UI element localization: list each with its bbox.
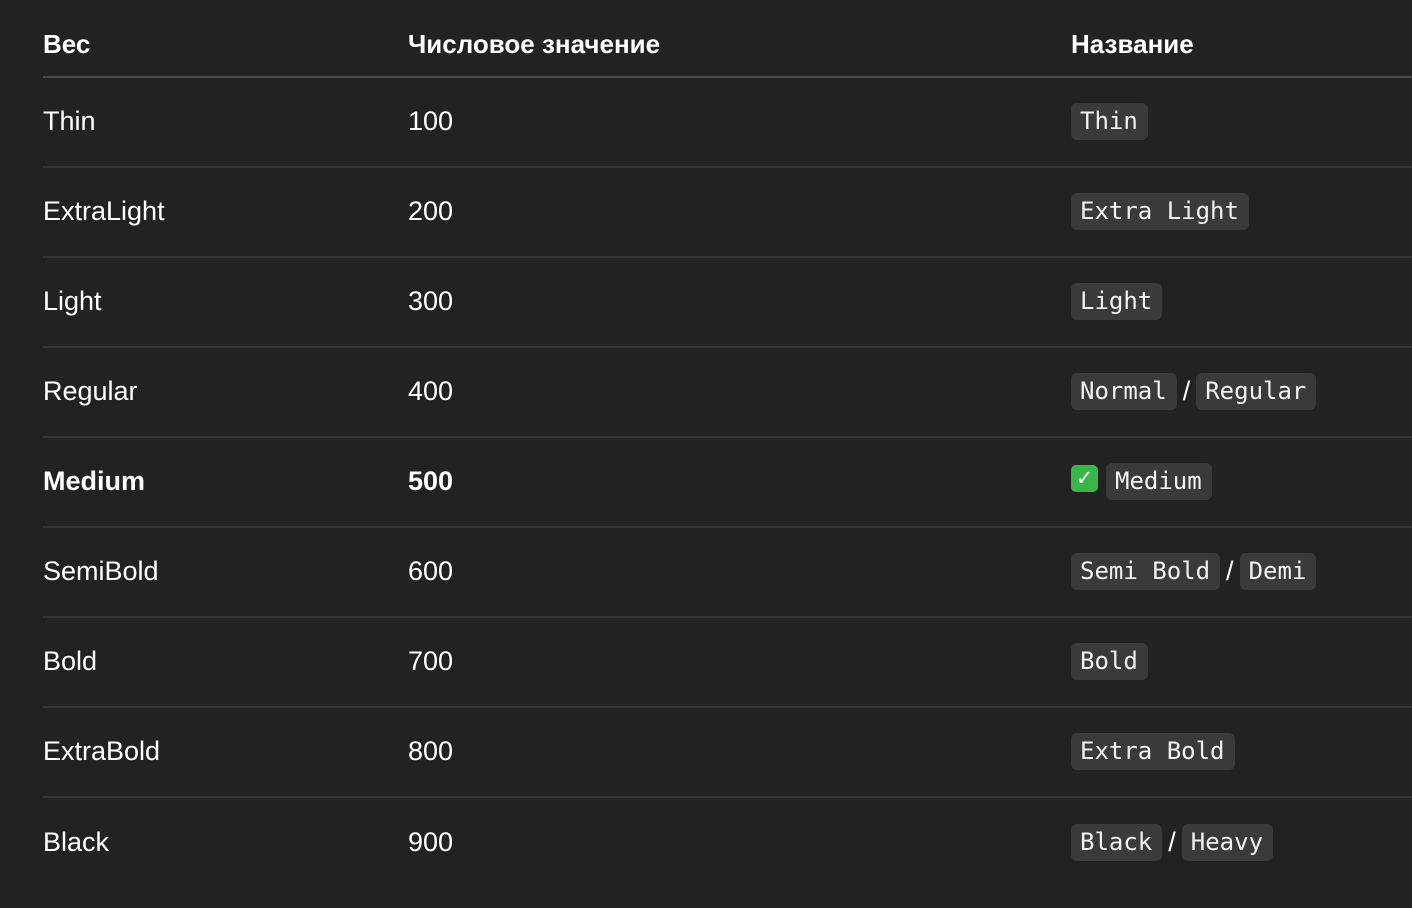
value-cell: 900 [408, 826, 454, 857]
code-name: Bold [1071, 642, 1148, 680]
table-row: Regular 400 Normal / Regular [43, 348, 1412, 438]
weight-cell: ExtraBold [43, 735, 161, 766]
value-cell: 100 [408, 105, 454, 136]
table-row: Black 900 Black / Heavy [43, 798, 1412, 888]
code-name: Normal [1071, 372, 1177, 410]
value-cell: 400 [408, 375, 454, 406]
name-cell: Extra Light [1071, 167, 1249, 255]
weight-cell: Light [43, 285, 102, 316]
table-row: ExtraLight 200 Extra Light [43, 168, 1412, 258]
name-cell: Black / Heavy [1071, 797, 1274, 887]
weight-cell: Regular [43, 375, 138, 406]
name-cell: Bold [1071, 617, 1148, 705]
code-name: Black [1071, 823, 1163, 861]
code-name: Extra Light [1071, 192, 1249, 230]
code-name: Light [1071, 282, 1163, 320]
weight-cell: Bold [43, 645, 98, 676]
value-cell: 700 [408, 645, 454, 676]
header-name: Название [1071, 28, 1194, 59]
separator: / [1168, 826, 1176, 857]
code-name: Demi [1239, 552, 1317, 590]
table-row: Thin 100 Thin [43, 78, 1412, 168]
table-row: Light 300 Light [43, 258, 1412, 348]
code-name: Semi Bold [1071, 552, 1221, 590]
table-header-row: Вес Числовое значение Название [43, 0, 1412, 78]
separator: / [1226, 555, 1234, 586]
table-row-highlighted: Medium 500 ✓ Medium [43, 438, 1412, 528]
value-cell: 600 [408, 555, 454, 586]
table-row: Bold 700 Bold [43, 618, 1412, 708]
separator: / [1182, 375, 1191, 406]
weight-cell: SemiBold [43, 555, 159, 586]
white-check-mark-icon: ✓ [1071, 464, 1098, 492]
table-row: SemiBold 600 Semi Bold / Demi [43, 528, 1412, 618]
font-weight-table: Вес Числовое значение Название Thin 100 … [43, 0, 1412, 888]
code-name: Regular [1196, 372, 1317, 410]
code-name: Heavy [1181, 823, 1274, 861]
value-cell: 300 [408, 285, 454, 316]
table-row: ExtraBold 800 Extra Bold [43, 708, 1412, 798]
weight-cell: Black [43, 826, 110, 857]
header-weight: Вес [43, 28, 91, 59]
name-cell: ✓ Medium [1071, 437, 1212, 525]
weight-cell: Medium [43, 465, 146, 496]
code-name: Medium [1106, 462, 1212, 500]
header-numeric-value: Числовое значение [408, 28, 661, 59]
value-cell: 800 [408, 735, 454, 766]
code-name: Extra Bold [1071, 732, 1235, 770]
weight-cell: Thin [43, 105, 96, 136]
name-cell: Semi Bold / Demi [1071, 527, 1317, 615]
code-name: Thin [1071, 102, 1148, 140]
name-cell: Extra Bold [1071, 707, 1235, 795]
name-cell: Thin [1071, 77, 1148, 165]
name-cell: Normal / Regular [1071, 347, 1317, 435]
value-cell: 200 [408, 195, 454, 226]
value-cell: 500 [408, 465, 454, 496]
name-cell: Light [1071, 257, 1163, 345]
weight-cell: ExtraLight [43, 195, 165, 226]
